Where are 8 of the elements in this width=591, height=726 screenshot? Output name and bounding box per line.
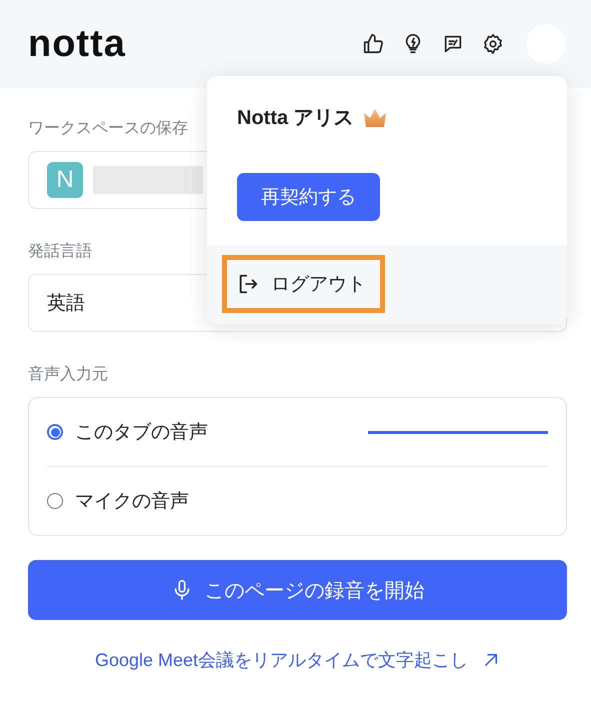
field-label: 発話言語: [28, 242, 92, 262]
option-label: このタブの音声: [75, 421, 208, 445]
field-label: ワークスペースの保存: [28, 119, 188, 139]
field-label: 音声入力元: [28, 364, 108, 385]
workspace-badge: N: [47, 162, 83, 198]
option-label: マイクの音声: [75, 490, 189, 514]
user-name: Notta アリス: [237, 106, 354, 131]
logo: notta: [28, 22, 127, 66]
